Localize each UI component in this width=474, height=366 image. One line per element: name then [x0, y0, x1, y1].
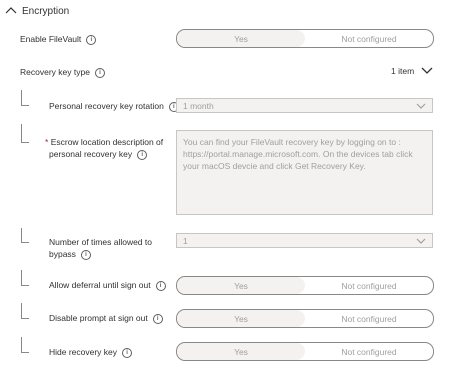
- toggle-not-configured[interactable]: Not configured: [305, 310, 433, 327]
- info-icon[interactable]: i: [86, 34, 97, 45]
- escrow-label-block: * Escrow location description of persona…: [45, 136, 163, 160]
- enable-filevault-label: Enable FileVault: [20, 34, 82, 44]
- rotation-label-row: Personal recovery key rotation i: [49, 101, 179, 112]
- toggle-yes[interactable]: Yes: [177, 343, 305, 360]
- enable-filevault-label-row: Enable FileVault i: [20, 34, 97, 45]
- disable-prompt-label-row: Disable prompt at sign out i: [49, 313, 163, 324]
- encryption-section-header[interactable]: Encryption: [4, 3, 69, 19]
- item-count: 1 item: [391, 66, 415, 76]
- info-icon[interactable]: i: [122, 347, 133, 358]
- tree-connector: [21, 124, 29, 143]
- disable-prompt-toggle[interactable]: Yes Not configured: [176, 309, 434, 328]
- toggle-yes[interactable]: Yes: [177, 310, 305, 327]
- info-icon[interactable]: i: [94, 67, 105, 78]
- enable-filevault-toggle[interactable]: Yes Not configured: [176, 29, 434, 48]
- required-marker: *: [45, 137, 49, 147]
- disable-prompt-label: Disable prompt at sign out: [49, 313, 148, 323]
- hide-key-label: Hide recovery key: [49, 347, 118, 357]
- recovery-key-type-label: Recovery key type: [20, 67, 90, 77]
- toggle-not-configured[interactable]: Not configured: [305, 30, 433, 47]
- tree-connector: [21, 228, 29, 243]
- toggle-not-configured[interactable]: Not configured: [305, 277, 433, 294]
- escrow-label-line2: personal recovery key: [49, 149, 133, 159]
- deferral-toggle[interactable]: Yes Not configured: [176, 276, 434, 295]
- section-title: Encryption: [22, 5, 70, 17]
- toggle-yes[interactable]: Yes: [177, 30, 305, 47]
- bypass-label-line1: Number of times allowed to: [49, 237, 152, 247]
- hide-key-label-row: Hide recovery key i: [49, 347, 133, 358]
- toggle-yes[interactable]: Yes: [177, 277, 305, 294]
- tree-connector: [21, 90, 29, 106]
- bypass-label-line2: bypass: [49, 249, 76, 259]
- rotation-dropdown[interactable]: 1 month: [176, 98, 433, 113]
- rotation-value: 1 month: [183, 100, 214, 111]
- bypass-label-block: Number of times allowed to bypass i: [49, 236, 152, 260]
- bypass-value: 1: [183, 235, 188, 246]
- hide-key-toggle[interactable]: Yes Not configured: [176, 342, 434, 361]
- escrow-label-line1: Escrow location description of: [50, 137, 164, 147]
- bypass-dropdown[interactable]: 1: [176, 233, 433, 248]
- info-icon[interactable]: i: [137, 149, 148, 160]
- info-icon[interactable]: i: [152, 313, 163, 324]
- deferral-label: Allow deferral until sign out: [49, 280, 151, 290]
- chevron-up-icon: [5, 7, 17, 14]
- chevron-down-icon: [416, 238, 426, 244]
- escrow-description-textarea[interactable]: You can find your FileVault recovery key…: [176, 130, 433, 215]
- tree-connector: [21, 337, 29, 353]
- chevron-down-icon: [416, 103, 426, 109]
- toggle-not-configured[interactable]: Not configured: [305, 343, 433, 360]
- recovery-key-type-label-row: Recovery key type i: [20, 67, 105, 78]
- info-icon[interactable]: i: [80, 249, 91, 260]
- chevron-down-icon[interactable]: [419, 63, 435, 77]
- deferral-label-row: Allow deferral until sign out i: [49, 280, 166, 291]
- tree-connector: [21, 270, 29, 286]
- tree-connector: [21, 303, 29, 319]
- info-icon[interactable]: i: [155, 280, 166, 291]
- rotation-label: Personal recovery key rotation: [49, 101, 164, 111]
